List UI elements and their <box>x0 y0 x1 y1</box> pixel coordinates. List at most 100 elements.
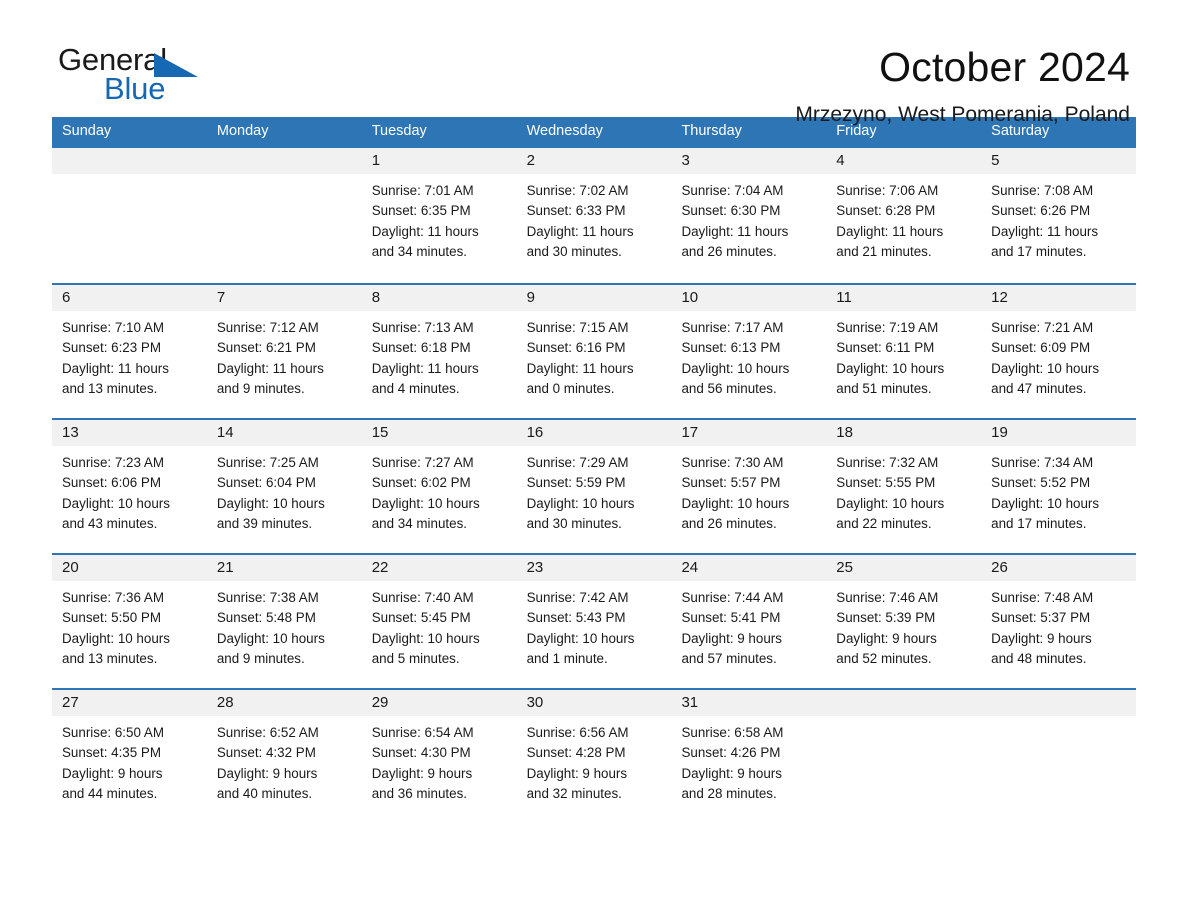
calendar-day-cell[interactable]: 19 Sunrise: 7:34 AM Sunset: 5:52 PM Dayligh… <box>981 419 1137 553</box>
calendar-day-cell[interactable]: 30 Sunrise: 6:56 AM Sunset: 4:28 PM Dayligh… <box>516 689 672 823</box>
calendar-day-cell[interactable]: 16 Sunrise: 7:29 AM Sunset: 5:59 PM Dayligh… <box>516 419 672 553</box>
sunset-text: Sunset: 4:32 PM <box>216 745 316 761</box>
day-number: 29 <box>361 689 517 716</box>
calendar-day-cell[interactable]: 5 Sunrise: 7:08 AM Sunset: 6:26 PM Daylight… <box>981 147 1137 283</box>
calendar-day-cell[interactable]: 31 Sunrise: 6:58 AM Sunset: 4:26 PM Dayligh… <box>671 689 827 823</box>
calendar-day-cell[interactable]: 29 Sunrise: 6:54 AM Sunset: 4:30 PM Dayligh… <box>361 689 517 823</box>
day-details: Sunrise: 7:06 AM Sunset: 6:28 PM Daylight:… <box>826 174 981 263</box>
sunset-text: Sunset: 5:37 PM <box>991 610 1091 626</box>
day-details: Sunrise: 7:21 AM Sunset: 6:09 PM Daylight:… <box>981 311 1136 400</box>
sunset-text: Sunset: 6:06 PM <box>62 475 161 491</box>
daylight-text-line1: Daylight: 10 hours <box>991 495 1100 511</box>
sunset-text: Sunset: 6:02 PM <box>371 475 471 491</box>
calendar-day-cell[interactable]: 11 Sunrise: 7:19 AM Sunset: 6:11 PM Dayligh… <box>826 284 982 418</box>
calendar-day-cell[interactable]: 4 Sunrise: 7:06 AM Sunset: 6:28 PM Daylight… <box>826 147 982 283</box>
day-number: 21 <box>206 554 362 581</box>
calendar-day-cell[interactable]: 27 Sunrise: 6:50 AM Sunset: 4:35 PM Dayligh… <box>52 689 207 823</box>
daylight-text-line1: Daylight: 9 hours <box>526 765 628 781</box>
calendar-day-cell[interactable]: 22 Sunrise: 7:40 AM Sunset: 5:45 PM Dayligh… <box>361 554 517 688</box>
daylight-text-line2: and 26 minutes. <box>681 516 777 532</box>
calendar-day-cell[interactable]: 14 Sunrise: 7:25 AM Sunset: 6:04 PM Dayligh… <box>206 419 362 553</box>
sunrise-text: Sunrise: 7:06 AM <box>836 182 939 198</box>
calendar-day-cell[interactable]: 24 Sunrise: 7:44 AM Sunset: 5:41 PM Dayligh… <box>671 554 827 688</box>
calendar-day-cell[interactable]: 15 Sunrise: 7:27 AM Sunset: 6:02 PM Dayligh… <box>361 419 517 553</box>
calendar-week-row: 6 Sunrise: 7:10 AM Sunset: 6:23 PM Daylight… <box>52 282 1137 418</box>
calendar-day-cell[interactable]: 8 Sunrise: 7:13 AM Sunset: 6:18 PM Daylight… <box>361 284 517 418</box>
daylight-text-line1: Daylight: 10 hours <box>62 630 170 646</box>
calendar-day-cell[interactable]: 23 Sunrise: 7:42 AM Sunset: 5:43 PM Dayligh… <box>516 554 672 688</box>
sunset-text: Sunset: 6:30 PM <box>681 203 781 219</box>
day-details: Sunrise: 7:15 AM Sunset: 6:16 PM Daylight:… <box>517 311 672 400</box>
logo-word-blue: Blue <box>104 71 166 106</box>
day-number: 7 <box>206 284 362 311</box>
daylight-text-line1: Daylight: 9 hours <box>681 630 782 646</box>
daylight-text-line2: and 34 minutes. <box>371 244 468 260</box>
sunrise-text: Sunrise: 7:34 AM <box>991 454 1094 470</box>
weekday-header-monday: Monday <box>216 123 269 139</box>
day-details: Sunrise: 7:10 AM Sunset: 6:23 PM Daylight:… <box>52 311 207 400</box>
calendar-day-cell[interactable]: 1 Sunrise: 7:01 AM Sunset: 6:35 PM Daylight… <box>361 147 517 283</box>
sunset-text: Sunset: 5:48 PM <box>216 610 316 626</box>
calendar-day-cell[interactable]: 13 Sunrise: 7:23 AM Sunset: 6:06 PM Dayligh… <box>52 419 207 553</box>
sunrise-text: Sunrise: 7:27 AM <box>371 454 474 470</box>
sunset-text: Sunset: 4:30 PM <box>371 745 471 761</box>
daylight-text-line2: and 30 minutes. <box>526 244 622 260</box>
daylight-text-line2: and 13 minutes. <box>62 651 158 667</box>
calendar-day-cell[interactable]: 12 Sunrise: 7:21 AM Sunset: 6:09 PM Dayligh… <box>981 284 1137 418</box>
daylight-text-line2: and 30 minutes. <box>526 516 622 532</box>
sunrise-text: Sunrise: 7:40 AM <box>371 589 474 605</box>
day-number: 31 <box>671 689 827 716</box>
day-details: Sunrise: 7:36 AM Sunset: 5:50 PM Daylight:… <box>52 581 207 670</box>
calendar-day-cell[interactable]: 17 Sunrise: 7:30 AM Sunset: 5:57 PM Dayligh… <box>671 419 827 553</box>
day-details: Sunrise: 7:01 AM Sunset: 6:35 PM Daylight:… <box>362 174 517 263</box>
sunrise-text: Sunrise: 7:38 AM <box>216 589 319 605</box>
daylight-text-line1: Daylight: 10 hours <box>526 495 635 511</box>
daylight-text-line2: and 26 minutes. <box>681 244 777 260</box>
calendar-day-cell[interactable]: 7 Sunrise: 7:12 AM Sunset: 6:21 PM Daylight… <box>206 284 362 418</box>
daylight-text-line1: Daylight: 9 hours <box>371 765 473 781</box>
calendar-day-cell[interactable]: 20 Sunrise: 7:36 AM Sunset: 5:50 PM Dayligh… <box>52 554 207 688</box>
sunset-text: Sunset: 4:28 PM <box>526 745 626 761</box>
daylight-text-line1: Daylight: 10 hours <box>216 495 325 511</box>
sunrise-text: Sunrise: 7:12 AM <box>216 319 319 335</box>
calendar-day-cell[interactable]: 26 Sunrise: 7:48 AM Sunset: 5:37 PM Dayligh… <box>981 554 1137 688</box>
sunrise-text: Sunrise: 7:19 AM <box>836 319 939 335</box>
day-details: Sunrise: 7:25 AM Sunset: 6:04 PM Daylight:… <box>207 446 362 535</box>
daylight-text-line2: and 0 minutes. <box>526 381 615 397</box>
daylight-text-line1: Daylight: 10 hours <box>836 360 945 376</box>
daylight-text-line2: and 9 minutes. <box>216 381 305 397</box>
day-details: Sunrise: 6:56 AM Sunset: 4:28 PM Daylight:… <box>517 716 672 805</box>
sunset-text: Sunset: 6:35 PM <box>371 203 471 219</box>
calendar-table: Sunday Monday Tuesday Wednesday Thursday… <box>52 117 1137 823</box>
general-blue-logo: General Blue <box>58 44 208 114</box>
calendar-day-cell[interactable]: 25 Sunrise: 7:46 AM Sunset: 5:39 PM Dayligh… <box>826 554 982 688</box>
daylight-text-line1: Daylight: 11 hours <box>216 360 324 376</box>
daylight-text-line2: and 52 minutes. <box>836 651 932 667</box>
sunset-text: Sunset: 6:23 PM <box>62 340 161 356</box>
calendar-day-cell[interactable]: 10 Sunrise: 7:17 AM Sunset: 6:13 PM Dayligh… <box>671 284 827 418</box>
calendar-day-cell[interactable]: 3 Sunrise: 7:04 AM Sunset: 6:30 PM Daylight… <box>671 147 827 283</box>
calendar-day-cell[interactable]: 18 Sunrise: 7:32 AM Sunset: 5:55 PM Dayligh… <box>826 419 982 553</box>
calendar-day-cell[interactable]: 28 Sunrise: 6:52 AM Sunset: 4:32 PM Dayligh… <box>206 689 362 823</box>
daylight-text-line2: and 51 minutes. <box>836 381 932 397</box>
daylight-text-line2: and 17 minutes. <box>991 244 1087 260</box>
weekday-header-row: Sunday Monday Tuesday Wednesday Thursday… <box>52 117 1136 148</box>
day-number <box>52 147 207 174</box>
daylight-text-line1: Daylight: 11 hours <box>836 223 944 239</box>
sunrise-text: Sunrise: 6:54 AM <box>371 724 474 740</box>
calendar-day-cell[interactable]: 6 Sunrise: 7:10 AM Sunset: 6:23 PM Daylight… <box>52 284 207 418</box>
day-details: Sunrise: 7:34 AM Sunset: 5:52 PM Daylight:… <box>981 446 1136 535</box>
calendar-day-cell[interactable]: 9 Sunrise: 7:15 AM Sunset: 6:16 PM Daylight… <box>516 284 672 418</box>
calendar-day-cell[interactable]: 21 Sunrise: 7:38 AM Sunset: 5:48 PM Dayligh… <box>206 554 362 688</box>
day-details: Sunrise: 6:58 AM Sunset: 4:26 PM Daylight:… <box>671 716 826 805</box>
sunset-text: Sunset: 5:55 PM <box>836 475 936 491</box>
sunset-text: Sunset: 5:39 PM <box>836 610 936 626</box>
weekday-header-thursday: Thursday <box>681 123 742 139</box>
weekday-header-friday: Friday <box>836 123 877 139</box>
sunrise-text: Sunrise: 7:36 AM <box>62 589 164 605</box>
day-details: Sunrise: 7:44 AM Sunset: 5:41 PM Daylight:… <box>671 581 826 670</box>
calendar-day-cell[interactable]: 2 Sunrise: 7:02 AM Sunset: 6:33 PM Daylight… <box>516 147 672 283</box>
sunrise-text: Sunrise: 7:29 AM <box>526 454 629 470</box>
day-details <box>981 716 1136 723</box>
sunrise-text: Sunrise: 7:30 AM <box>681 454 784 470</box>
